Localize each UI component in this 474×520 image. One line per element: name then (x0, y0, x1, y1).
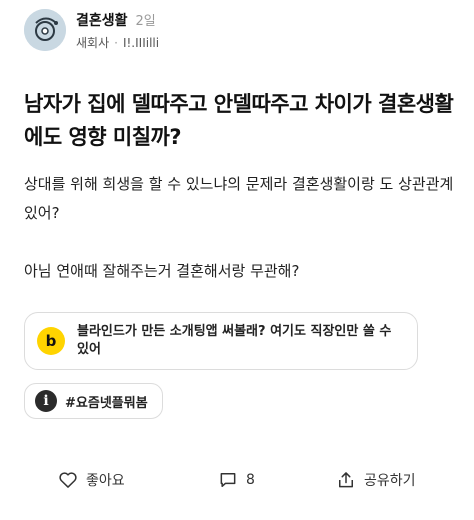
author-company: 새회사 (76, 35, 110, 50)
post-body: 상대를 위해 희생을 할 수 있느냐의 문제라 결혼생활이랑 도 상관관계 있어… (24, 170, 454, 286)
post-time: 2일 (135, 13, 156, 29)
stethoscope-icon (24, 9, 66, 51)
post-body-paragraph: 아님 연애때 잘해주는거 결혼해서랑 무관해? (24, 262, 300, 280)
like-button[interactable]: 좋아요 (58, 462, 125, 498)
post-actions: 좋아요 8 공유하기 (0, 462, 474, 498)
like-label: 좋아요 (86, 473, 125, 489)
promo-text: 블라인드가 만든 소개팅앱 써볼래? 여기도 직장인만 쓸 수 있어 (77, 324, 392, 357)
community-avatar[interactable] (24, 9, 66, 51)
comment-button[interactable]: 8 (218, 462, 255, 498)
post-page: 결혼생활 2일 새회사 · I!.IIIilli 남자가 집에 델따주고 안델따주고… (0, 0, 474, 520)
author-info: 새회사 · I!.IIIilli (76, 34, 159, 51)
post-title: 남자가 집에 델따주고 안델따주고 차이가 결혼생활에도 영향 미칠까? (24, 92, 454, 149)
heart-icon (59, 472, 77, 488)
share-label: 공유하기 (364, 473, 416, 489)
hashtag-chip[interactable]: i #요즘넷플뭐봄 (24, 383, 163, 419)
post-header: 결혼생활 2일 새회사 · I!.IIIilli (24, 9, 159, 51)
post-body-paragraph: 상대를 위해 희생을 할 수 있느냐의 문제라 결혼생활이랑 도 상관관계 있어… (24, 175, 454, 222)
blind-logo-icon: b (37, 327, 65, 355)
hashtag-label: #요즘넷플뭐봄 (65, 395, 148, 411)
comment-icon (220, 473, 236, 487)
post-meta: 결혼생활 2일 새회사 · I!.IIIilli (76, 10, 159, 51)
info-icon: i (35, 390, 57, 412)
comment-count: 8 (246, 472, 255, 488)
meta-top-row: 결혼생활 2일 (76, 10, 159, 30)
promo-card[interactable]: b 블라인드가 만든 소개팅앱 써볼래? 여기도 직장인만 쓸 수 있어 (24, 312, 418, 370)
author-name: I!.IIIilli (122, 35, 160, 50)
share-icon (339, 472, 353, 488)
share-button[interactable]: 공유하기 (336, 462, 416, 498)
meta-separator: · (114, 35, 118, 50)
community-name[interactable]: 결혼생활 (76, 10, 128, 30)
